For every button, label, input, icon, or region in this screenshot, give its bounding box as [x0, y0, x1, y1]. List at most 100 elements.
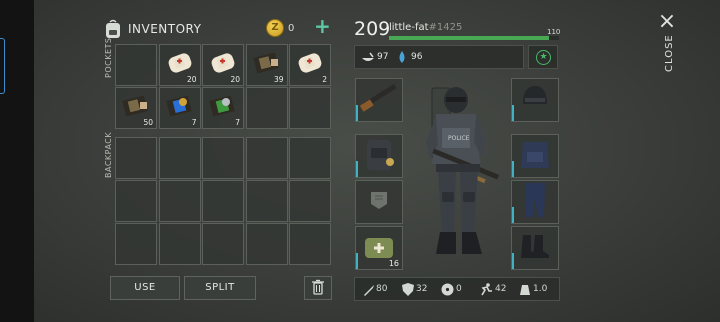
- weight-icon: [520, 285, 530, 295]
- armor-slot-empty-icon: [367, 188, 391, 216]
- slot-accent: [512, 161, 514, 177]
- backpack-slot-empty[interactable]: [158, 223, 201, 265]
- pocket-slot-military-pouch[interactable]: 50: [115, 87, 157, 129]
- backpack-label: BACKPACK: [104, 131, 113, 178]
- edge-handle[interactable]: [0, 38, 5, 94]
- speed-value: 42: [495, 284, 507, 294]
- close-label[interactable]: CLOSE: [664, 34, 675, 72]
- food-icon: [362, 52, 374, 61]
- food-value: 97: [377, 52, 389, 62]
- backpack-slot-empty[interactable]: [245, 180, 288, 222]
- close-icon[interactable]: ×: [656, 11, 678, 34]
- pocket-slot-military-pouch[interactable]: 39: [245, 44, 288, 86]
- slot-accent: [512, 207, 514, 223]
- bandage-icon: [295, 49, 325, 81]
- backpack-slot-empty[interactable]: [245, 223, 288, 265]
- green-badge-pouch-icon: [207, 92, 239, 124]
- xp-max: 110: [547, 28, 561, 36]
- pocket-slot-empty[interactable]: [289, 87, 331, 129]
- swat-helmet-icon: [517, 82, 553, 118]
- weight-value: 1.0: [533, 284, 548, 294]
- pocket-slot-green-badge-pouch[interactable]: 7: [202, 87, 244, 129]
- pocket-slot-bandage[interactable]: 20: [158, 44, 201, 86]
- equipment-slot-swat-pants[interactable]: [511, 180, 559, 224]
- item-quantity: 50: [143, 118, 153, 127]
- backpack-slot-empty[interactable]: [115, 223, 157, 265]
- equipment-slot-swat-vest[interactable]: [511, 134, 559, 178]
- game-screen: INVENTORY Z 0 + POCKETS BACKPACK 20 20 39 2…: [0, 0, 720, 322]
- backpack-slot-empty[interactable]: [202, 137, 244, 179]
- shotgun-icon: [357, 80, 401, 120]
- tactical-backpack-icon: [359, 134, 399, 178]
- backpack-slot-empty[interactable]: [158, 180, 201, 222]
- slot-accent: [356, 161, 358, 177]
- backpack-slot-empty[interactable]: [202, 180, 244, 222]
- player-level: 209: [354, 18, 391, 40]
- backpack-icon: [104, 19, 122, 39]
- pocket-slot-empty[interactable]: [115, 44, 157, 86]
- item-quantity: 39: [273, 75, 284, 84]
- radiation-value: 0: [456, 284, 462, 294]
- backpack-slot-empty[interactable]: [245, 137, 288, 179]
- damage-value: 80: [376, 284, 388, 294]
- pocket-slot-blue-badge-pouch[interactable]: 7: [158, 87, 201, 129]
- pocket-slot-bandage[interactable]: 20: [202, 44, 244, 86]
- radiation-icon: [441, 283, 454, 296]
- water-value: 96: [411, 52, 423, 62]
- player-id: #1425: [428, 22, 463, 33]
- swat-boots-icon: [517, 231, 553, 265]
- armor-icon: [402, 283, 414, 296]
- swat-vest-icon: [517, 136, 553, 176]
- trash-icon: [312, 279, 324, 295]
- item-quantity: 20: [230, 75, 240, 84]
- equipment-slot-shotgun[interactable]: [355, 78, 403, 122]
- equipment-slot-swat-boots[interactable]: [511, 226, 559, 270]
- player-name: little-fat#1425: [389, 22, 463, 33]
- pockets-label: POCKETS: [104, 37, 113, 78]
- survival-stats: 97 96: [354, 45, 524, 69]
- split-button[interactable]: SPLIT: [184, 276, 256, 300]
- slot-accent: [356, 105, 358, 121]
- character-stats-bar: 80 32 0 42 1.0: [354, 277, 560, 301]
- item-quantity: 2: [322, 75, 327, 84]
- item-quantity: 16: [388, 259, 399, 268]
- item-quantity: 20: [186, 75, 197, 84]
- backpack-slot-empty[interactable]: [115, 180, 157, 222]
- use-button[interactable]: USE: [110, 276, 180, 300]
- character-model: POLICE: [412, 82, 512, 272]
- swat-pants-icon: [520, 181, 550, 223]
- inventory-title: INVENTORY: [128, 22, 202, 36]
- trash-button[interactable]: [304, 276, 332, 300]
- pocket-slot-bandage[interactable]: 2: [289, 44, 331, 86]
- inventory-header: INVENTORY: [104, 16, 201, 42]
- xp-bar: [389, 36, 559, 40]
- device-edge: [0, 0, 34, 322]
- item-quantity: 7: [235, 118, 240, 127]
- star-icon: ★: [536, 50, 551, 65]
- equipment-slot-swat-helmet[interactable]: [511, 78, 559, 122]
- equipment-slot-armor-slot-empty[interactable]: [355, 180, 403, 224]
- damage-icon: [364, 285, 374, 296]
- equipment-slot-medical-kit-bag[interactable]: 16: [355, 226, 403, 270]
- coin-icon: Z: [266, 19, 284, 37]
- item-quantity: 7: [191, 118, 197, 127]
- add-coins-button[interactable]: +: [314, 16, 331, 36]
- water-icon: [399, 51, 405, 63]
- slot-accent: [356, 253, 358, 269]
- xp-fill: [389, 36, 549, 40]
- backpack-slot-empty[interactable]: [289, 223, 331, 265]
- backpack-slot-empty[interactable]: [289, 180, 331, 222]
- svg-text:POLICE: POLICE: [448, 135, 470, 142]
- perks-button[interactable]: ★: [528, 45, 558, 69]
- slot-accent: [512, 105, 514, 121]
- speed-icon: [481, 283, 492, 296]
- pocket-slot-empty[interactable]: [245, 87, 288, 129]
- backpack-slot-empty[interactable]: [289, 137, 331, 179]
- backpack-slot-empty[interactable]: [115, 137, 157, 179]
- blue-badge-pouch-icon: [164, 92, 196, 124]
- backpack-slot-empty[interactable]: [158, 137, 201, 179]
- coin-count: 0: [288, 23, 295, 34]
- armor-value: 32: [416, 284, 428, 294]
- backpack-slot-empty[interactable]: [202, 223, 244, 265]
- equipment-slot-tactical-backpack[interactable]: [355, 134, 403, 178]
